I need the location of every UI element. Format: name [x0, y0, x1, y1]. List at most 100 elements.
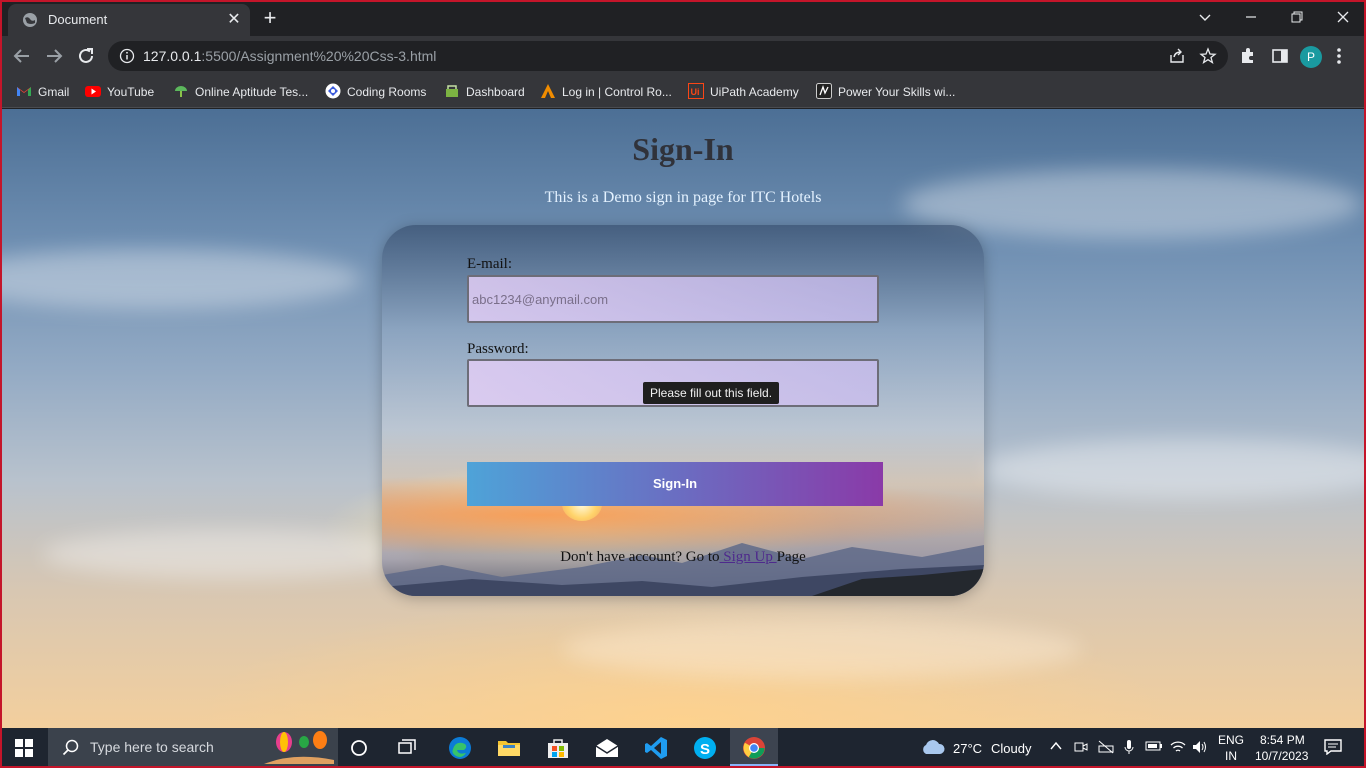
- site-info-icon[interactable]: [119, 48, 135, 64]
- chrome-icon: [743, 737, 765, 759]
- notifications-icon[interactable]: [1324, 739, 1342, 755]
- bookmark-coding-rooms[interactable]: Coding Rooms: [325, 83, 426, 101]
- email-label: E-mail:: [467, 256, 512, 272]
- bookmark-youtube[interactable]: YouTube: [85, 83, 154, 101]
- windows-start-icon[interactable]: [15, 739, 33, 757]
- taskbar-file-explorer[interactable]: [485, 728, 533, 766]
- taskbar-search-box[interactable]: Type here to search: [48, 728, 338, 766]
- address-bar[interactable]: 127.0.0.1:5500/Assignment%20%20Css-3.htm…: [108, 41, 1228, 71]
- cloud-weather-icon[interactable]: [920, 739, 946, 755]
- taskbar-edge[interactable]: [436, 728, 484, 766]
- skype-icon: S: [694, 737, 716, 759]
- vscode-icon: [645, 737, 667, 759]
- new-tab-button[interactable]: +: [257, 6, 283, 32]
- bookmark-uipath[interactable]: Ui UiPath Academy: [688, 83, 799, 101]
- taskbar-chrome[interactable]: [730, 728, 778, 766]
- bookmark-control-room[interactable]: Log in | Control Ro...: [540, 83, 672, 101]
- reload-icon[interactable]: [74, 44, 98, 68]
- sky-cloud: [2, 249, 362, 309]
- tab-strip: Document ✕ +: [2, 2, 1364, 36]
- taskbar-search-placeholder: Type here to search: [90, 739, 214, 755]
- globe-icon: [23, 13, 37, 27]
- gmail-icon: [17, 87, 31, 96]
- volume-icon[interactable]: [1192, 740, 1208, 754]
- signin-button[interactable]: Sign-In: [467, 462, 883, 506]
- aptitude-icon: [175, 86, 187, 97]
- control-room-icon: [541, 84, 555, 98]
- bookmark-label: Online Aptitude Tes...: [195, 85, 309, 99]
- edge-icon: [449, 737, 471, 759]
- forward-arrow-icon[interactable]: [42, 44, 66, 68]
- tab-search-chevron-icon[interactable]: [1182, 2, 1228, 32]
- dashboard-icon: [446, 85, 458, 97]
- coding-rooms-icon: [325, 83, 341, 99]
- email-field[interactable]: [469, 277, 877, 321]
- network-off-icon[interactable]: [1098, 740, 1114, 754]
- tab-close-icon[interactable]: ✕: [224, 10, 244, 30]
- taskbar-mail[interactable]: [583, 728, 631, 766]
- search-icon: [62, 739, 79, 756]
- folder-icon: [498, 741, 520, 756]
- url-host: 127.0.0.1: [143, 48, 202, 64]
- battery-icon[interactable]: [1145, 740, 1163, 752]
- close-window-icon[interactable]: [1320, 2, 1364, 32]
- uipath-icon: Ui: [688, 83, 704, 99]
- cortana-circle-icon[interactable]: [350, 739, 368, 757]
- signup-prompt: Don't have account? Go to Sign Up Page: [382, 549, 984, 566]
- svg-text:Ui: Ui: [691, 87, 700, 97]
- bookmark-gmail[interactable]: Gmail: [16, 83, 69, 101]
- browser-toolbar: 127.0.0.1:5500/Assignment%20%20Css-3.htm…: [2, 36, 1364, 76]
- page-title: Sign-In: [632, 131, 734, 167]
- extensions-puzzle-icon[interactable]: [1238, 46, 1258, 66]
- restore-icon[interactable]: [1274, 2, 1320, 32]
- back-arrow-icon[interactable]: [10, 44, 34, 68]
- bookmark-label: UiPath Academy: [710, 85, 799, 99]
- taskbar-store[interactable]: [534, 728, 582, 766]
- minimize-icon[interactable]: [1228, 2, 1274, 32]
- sky-cloud: [982, 439, 1364, 499]
- clock-date[interactable]: 10/7/2023: [1255, 749, 1308, 763]
- taskbar-vscode[interactable]: [632, 728, 680, 766]
- bookmark-aptitude[interactable]: Online Aptitude Tes...: [173, 83, 308, 101]
- task-view-icon[interactable]: [398, 739, 418, 757]
- kebab-menu-icon[interactable]: [1336, 46, 1342, 66]
- weather-temp: 27°C: [953, 741, 983, 756]
- signup-prompt-prefix: Don't have account? Go to: [560, 549, 720, 565]
- side-panel-icon[interactable]: [1270, 46, 1290, 66]
- tab-title: Document: [48, 12, 108, 27]
- page-subtitle: This is a Demo sign in page for ITC Hote…: [544, 189, 822, 206]
- power-skills-icon: [816, 83, 832, 99]
- store-icon: [548, 739, 568, 758]
- tab-document[interactable]: Document ✕: [8, 4, 250, 36]
- bookmark-label: Log in | Control Ro...: [562, 85, 672, 99]
- svg-text:S: S: [700, 741, 710, 758]
- bookmark-label: YouTube: [107, 85, 155, 99]
- web-page: Sign-In This is a Demo sign in page for …: [2, 109, 1364, 728]
- bookmark-dashboard[interactable]: Dashboard: [444, 83, 525, 101]
- signup-prompt-suffix: Page: [776, 549, 806, 565]
- mail-icon: [595, 739, 619, 757]
- share-icon[interactable]: [1168, 47, 1186, 65]
- bookmarks-bar: Gmail YouTube Online Aptitude Tes... Cod…: [2, 76, 1364, 108]
- bookmark-star-icon[interactable]: [1199, 47, 1217, 65]
- wifi-icon[interactable]: [1170, 740, 1186, 754]
- hot-air-balloons-icon: [264, 731, 334, 764]
- taskbar-skype[interactable]: S: [681, 728, 729, 766]
- sky-cloud: [42, 529, 422, 579]
- chevron-up-icon[interactable]: [1050, 740, 1062, 752]
- signup-link[interactable]: Sign Up: [720, 549, 777, 565]
- bookmark-power-skills[interactable]: Power Your Skills wi...: [816, 83, 955, 101]
- bookmark-label: Gmail: [38, 85, 70, 99]
- meet-now-icon[interactable]: [1074, 740, 1088, 754]
- url-path: :5500/Assignment%20%20Css-3.html: [201, 48, 437, 64]
- microphone-icon[interactable]: [1124, 740, 1134, 754]
- language-top[interactable]: ENG: [1218, 733, 1244, 747]
- language-bottom[interactable]: IN: [1225, 749, 1237, 763]
- weather-desc: Cloudy: [991, 741, 1032, 756]
- sky-cloud: [562, 619, 1082, 679]
- bookmark-label: Power Your Skills wi...: [838, 85, 956, 99]
- url-text: 127.0.0.1:5500/Assignment%20%20Css-3.htm…: [143, 48, 436, 64]
- windows-taskbar: Type here to search S 27°C Cloudy ENG IN…: [2, 728, 1364, 766]
- clock-time[interactable]: 8:54 PM: [1260, 733, 1305, 747]
- profile-avatar[interactable]: P: [1300, 46, 1322, 68]
